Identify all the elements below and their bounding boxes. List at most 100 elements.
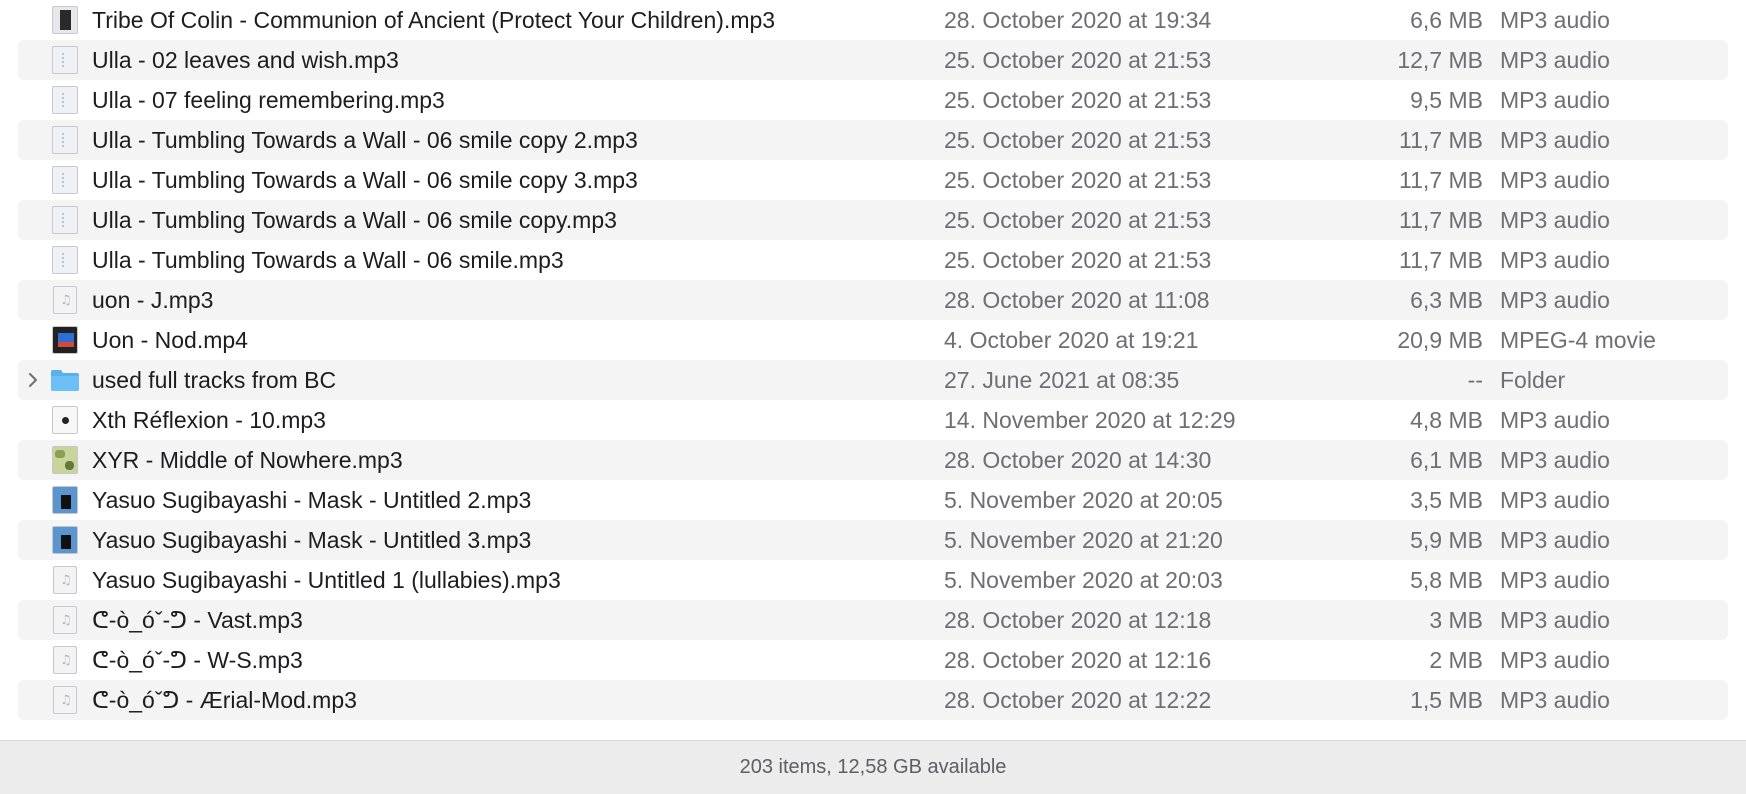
file-kind: MPEG-4 movie [1500, 326, 1656, 353]
file-name: Yasuo Sugibayashi - Mask - Untitled 3.mp… [92, 526, 532, 553]
file-kind: MP3 audio [1500, 206, 1610, 233]
file-kind: MP3 audio [1500, 126, 1610, 153]
file-size: 20,9 MB [1397, 326, 1483, 353]
audio-document-icon: ♫ [50, 685, 80, 715]
file-kind: MP3 audio [1500, 86, 1610, 113]
file-kind: MP3 audio [1500, 246, 1610, 273]
file-row[interactable]: Uon - Nod.mp4 4. October 2020 at 19:21 20,… [18, 320, 1728, 360]
file-row[interactable]: ♫ ᕦ-ò_óˇ-ᕤ - Vast.mp3 28. October 2020 at … [18, 600, 1728, 640]
file-kind: MP3 audio [1500, 406, 1610, 433]
file-size: 6,3 MB [1410, 286, 1483, 313]
file-list[interactable]: Tribe Of Colin - Communion of Ancient (P… [18, 0, 1728, 740]
file-size: 2 MB [1429, 646, 1483, 673]
file-size: 6,6 MB [1410, 6, 1483, 33]
file-row[interactable]: Ulla - Tumbling Towards a Wall - 06 smil… [18, 120, 1728, 160]
file-name: Ulla - 07 feeling remembering.mp3 [92, 86, 445, 113]
file-row[interactable]: ♫ ᕦ-ò_óˇᕤ - Ærial-Mod.mp3 28. October 2020… [18, 680, 1728, 720]
file-size: -- [1467, 366, 1483, 393]
file-size: 11,7 MB [1399, 166, 1483, 193]
file-row[interactable]: Xth Réflexion - 10.mp3 14. November 2020 … [18, 400, 1728, 440]
folder-row[interactable]: used full tracks from BC 27. June 2021 at… [18, 360, 1728, 400]
disclosure-chevron-right-icon[interactable] [24, 360, 42, 400]
file-name: used full tracks from BC [92, 366, 337, 393]
file-row[interactable]: ♫ uon - J.mp3 28. October 2020 at 11:08 6,3… [18, 280, 1728, 320]
file-row[interactable]: Yasuo Sugibayashi - Mask - Untitled 2.mp… [18, 480, 1728, 520]
file-kind: MP3 audio [1500, 566, 1610, 593]
file-size: 5,9 MB [1410, 526, 1483, 553]
album-art-map-icon [50, 445, 80, 475]
file-name: XYR - Middle of Nowhere.mp3 [92, 446, 403, 473]
file-kind: MP3 audio [1500, 6, 1610, 33]
file-row[interactable]: Yasuo Sugibayashi - Mask - Untitled 3.mp… [18, 520, 1728, 560]
file-kind: MP3 audio [1500, 486, 1610, 513]
file-size: 5,8 MB [1410, 566, 1483, 593]
file-name: ᕦ-ò_óˇ-ᕤ - Vast.mp3 [92, 606, 303, 633]
audio-document-icon: ♫ [50, 285, 80, 315]
file-size: 12,7 MB [1397, 46, 1483, 73]
album-art-dot-icon [50, 405, 80, 435]
album-art-blue-icon [50, 525, 80, 555]
file-name: uon - J.mp3 [92, 286, 214, 313]
date-modified: 25. October 2020 at 21:53 [944, 46, 1212, 73]
album-art-pale-icon [50, 165, 80, 195]
file-size: 9,5 MB [1410, 86, 1483, 113]
date-modified: 25. October 2020 at 21:53 [944, 206, 1212, 233]
file-name: Ulla - Tumbling Towards a Wall - 06 smil… [92, 166, 638, 193]
file-kind: MP3 audio [1500, 646, 1610, 673]
finder-window: Tribe Of Colin - Communion of Ancient (P… [0, 0, 1746, 794]
audio-document-icon: ♫ [50, 645, 80, 675]
folder-icon [50, 365, 80, 395]
date-modified: 28. October 2020 at 19:34 [944, 6, 1212, 33]
file-name: Uon - Nod.mp4 [92, 326, 248, 353]
file-row[interactable]: Ulla - 07 feeling remembering.mp3 25. Oct… [18, 80, 1728, 120]
album-art-pale-icon [50, 45, 80, 75]
date-modified: 28. October 2020 at 14:30 [944, 446, 1212, 473]
date-modified: 25. October 2020 at 21:53 [944, 86, 1212, 113]
date-modified: 25. October 2020 at 21:53 [944, 166, 1212, 193]
file-row[interactable]: ♫ ᕦ-ò_óˇ-ᕤ - W-S.mp3 28. October 2020 at 1… [18, 640, 1728, 680]
file-kind: MP3 audio [1500, 606, 1610, 633]
date-modified: 25. October 2020 at 21:53 [944, 246, 1212, 273]
file-name: ᕦ-ò_óˇ-ᕤ - W-S.mp3 [92, 646, 303, 673]
date-modified: 5. November 2020 at 20:05 [944, 486, 1223, 513]
date-modified: 5. November 2020 at 21:20 [944, 526, 1223, 553]
file-name: Xth Réflexion - 10.mp3 [92, 406, 326, 433]
file-name: Tribe Of Colin - Communion of Ancient (P… [92, 6, 776, 33]
file-kind: MP3 audio [1500, 46, 1610, 73]
file-size: 1,5 MB [1410, 686, 1483, 713]
file-size: 11,7 MB [1399, 206, 1483, 233]
file-name: Ulla - Tumbling Towards a Wall - 06 smil… [92, 246, 564, 273]
date-modified: 5. November 2020 at 20:03 [944, 566, 1223, 593]
date-modified: 27. June 2021 at 08:35 [944, 366, 1180, 393]
file-row[interactable]: Tribe Of Colin - Communion of Ancient (P… [18, 0, 1728, 40]
file-name: Yasuo Sugibayashi - Mask - Untitled 2.mp… [92, 486, 532, 513]
file-size: 3,5 MB [1410, 486, 1483, 513]
file-kind: MP3 audio [1500, 526, 1610, 553]
file-size: 3 MB [1429, 606, 1483, 633]
file-name: Ulla - Tumbling Towards a Wall - 06 smil… [92, 126, 638, 153]
status-bar: 203 items, 12,58 GB available [0, 740, 1746, 794]
file-kind: MP3 audio [1500, 686, 1610, 713]
album-art-dark-icon [50, 5, 80, 35]
file-size: 11,7 MB [1399, 126, 1483, 153]
audio-document-icon: ♫ [50, 605, 80, 635]
file-name: Ulla - 02 leaves and wish.mp3 [92, 46, 399, 73]
file-kind: MP3 audio [1500, 166, 1610, 193]
date-modified: 14. November 2020 at 12:29 [944, 406, 1236, 433]
date-modified: 25. October 2020 at 21:53 [944, 126, 1212, 153]
date-modified: 28. October 2020 at 12:16 [944, 646, 1212, 673]
album-art-pale-icon [50, 245, 80, 275]
file-row[interactable]: Ulla - Tumbling Towards a Wall - 06 smil… [18, 200, 1728, 240]
audio-document-icon: ♫ [50, 565, 80, 595]
file-row[interactable]: ♫ Yasuo Sugibayashi - Untitled 1 (lullabi… [18, 560, 1728, 600]
file-size: 6,1 MB [1410, 446, 1483, 473]
album-art-pale-icon [50, 205, 80, 235]
file-row[interactable]: XYR - Middle of Nowhere.mp3 28. October 2… [18, 440, 1728, 480]
file-row[interactable]: Ulla - Tumbling Towards a Wall - 06 smil… [18, 240, 1728, 280]
file-size: 11,7 MB [1399, 246, 1483, 273]
album-art-pale-icon [50, 125, 80, 155]
file-row[interactable]: Ulla - 02 leaves and wish.mp3 25. October… [18, 40, 1728, 80]
date-modified: 28. October 2020 at 12:22 [944, 686, 1212, 713]
file-row[interactable]: Ulla - Tumbling Towards a Wall - 06 smil… [18, 160, 1728, 200]
file-kind: Folder [1500, 366, 1566, 393]
